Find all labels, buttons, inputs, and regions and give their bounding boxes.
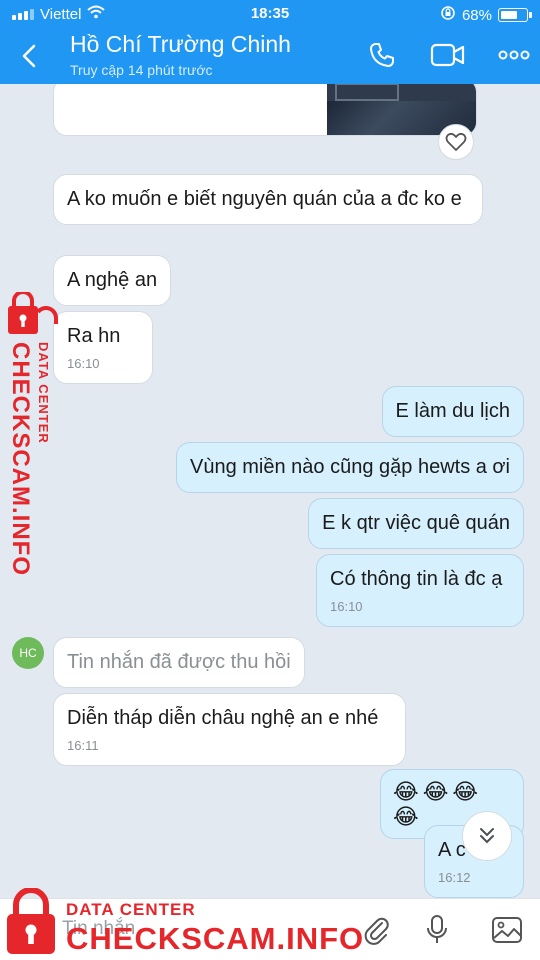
battery-icon — [498, 8, 532, 22]
last-seen-status: Truy cập 14 phút trước — [70, 62, 213, 78]
message-time: 16:12 — [438, 870, 471, 885]
message-text: Ra hn — [67, 325, 121, 347]
message-text: A nghệ an — [67, 269, 158, 291]
lock-icon — [8, 292, 58, 334]
message-text: A ko muốn e biết nguyên quán của a đc ko… — [67, 188, 462, 210]
contact-name[interactable]: Hồ Chí Trường Chinh — [70, 31, 291, 58]
message-text: Diễn tháp diễn châu nghệ an e nhé — [67, 707, 379, 729]
video-call-button[interactable] — [428, 38, 468, 72]
message-incoming[interactable]: Ra hn 16:10 — [53, 311, 153, 384]
message-outgoing[interactable]: E làm du lịch — [381, 386, 524, 437]
message-incoming[interactable]: Diễn tháp diễn châu nghệ an e nhé 16:11 — [53, 693, 406, 766]
gallery-button[interactable] — [490, 913, 524, 947]
chat-header: Viettel 18:35 68% Hồ Chí Trường Chinh Tr… — [0, 0, 540, 84]
message-text: Vùng miền nào cũng gặp hewts a ơi — [190, 456, 510, 478]
message-incoming[interactable]: A ko muốn e biết nguyên quán của a đc ko… — [53, 174, 483, 225]
message-time: 16:10 — [330, 599, 363, 614]
watermark-big-text: CHECKSCAM.INFO — [66, 921, 365, 956]
microphone-button[interactable] — [420, 913, 454, 947]
message-list[interactable]: A ko muốn e biết nguyên quán của a đc ko… — [0, 84, 540, 898]
shared-image-card[interactable] — [53, 84, 477, 136]
rotation-lock-icon — [440, 5, 456, 25]
message-time: 16:10 — [67, 356, 100, 371]
battery-percent: 68% — [461, 6, 492, 24]
message-text: E làm du lịch — [395, 400, 511, 422]
back-button[interactable] — [14, 38, 46, 74]
message-outgoing[interactable]: Vùng miền nào cũng gặp hewts a ơi — [176, 442, 524, 493]
message-incoming[interactable]: A nghệ an — [53, 255, 172, 306]
attach-button[interactable] — [360, 913, 394, 947]
scroll-to-bottom-button[interactable] — [462, 811, 512, 861]
battery-fill — [501, 11, 518, 19]
message-text: Có thông tin là đc ạ — [330, 568, 503, 590]
call-button[interactable] — [362, 38, 402, 72]
lock-icon — [7, 888, 55, 954]
watermark-small-text: DATA CENTER — [36, 342, 51, 444]
message-time: 16:11 — [67, 738, 99, 753]
message-text: Tin nhắn đã được thu hồi — [67, 651, 291, 673]
message-outgoing[interactable]: E k qtr việc quê quán — [308, 498, 524, 549]
more-options-button[interactable] — [494, 38, 534, 72]
watermark-small-text: DATA CENTER — [66, 900, 196, 919]
message-outgoing[interactable]: Có thông tin là đc ạ 16:10 — [316, 554, 524, 627]
watermark-big-text: CHECKSCAM.INFO — [7, 342, 34, 576]
react-heart-button[interactable] — [438, 124, 474, 160]
avatar[interactable]: HC — [12, 637, 44, 669]
watermark-side: DATA CENTER CHECKSCAM.INFO — [4, 292, 60, 576]
message-recalled[interactable]: Tin nhắn đã được thu hồi — [53, 637, 305, 688]
message-text: E k qtr việc quê quán — [322, 512, 510, 534]
status-bar: Viettel 18:35 68% — [0, 0, 540, 28]
